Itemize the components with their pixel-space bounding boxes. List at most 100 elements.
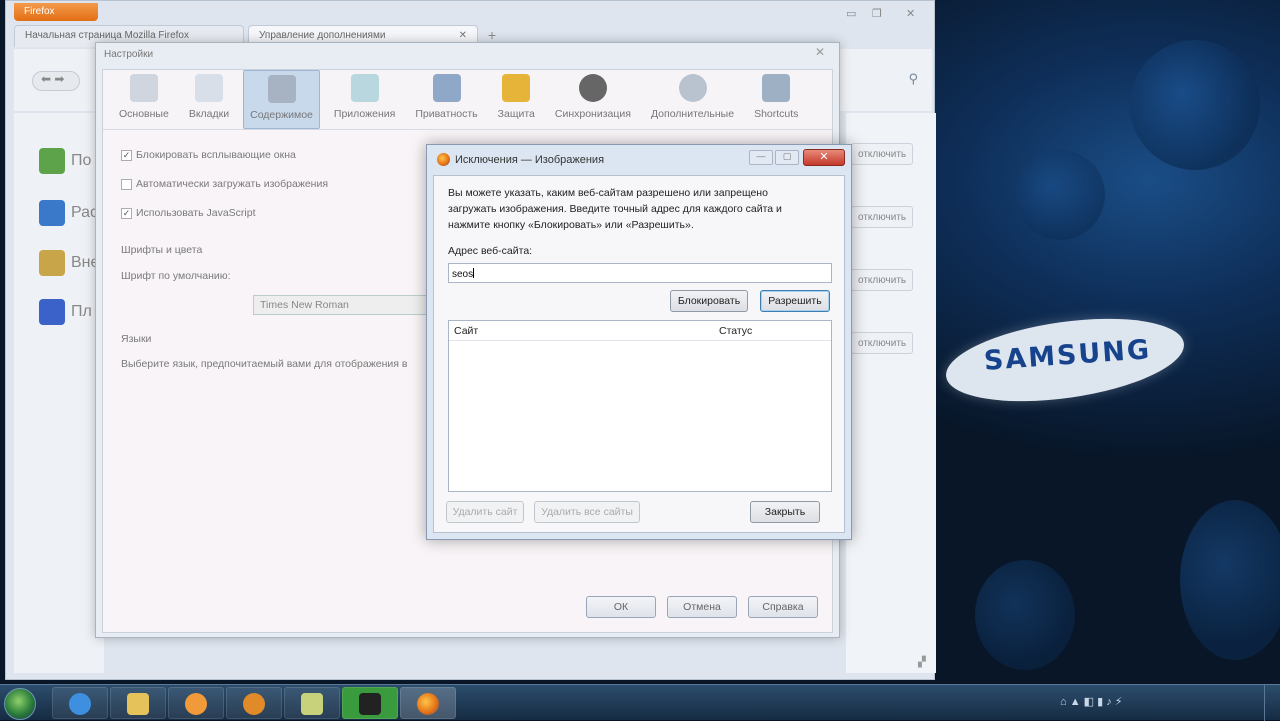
tab-applications[interactable]: Приложения (328, 70, 401, 129)
exceptions-list[interactable]: Сайт Статус (448, 320, 832, 492)
tab-tabs[interactable]: Вкладки (183, 70, 235, 129)
languages-description: Выберите язык, предпочитаемый вами для о… (121, 358, 408, 370)
media-player-icon (185, 693, 207, 715)
close-icon[interactable]: ✕ (815, 45, 825, 59)
dialog-titlebar[interactable]: Исключения — Изображения — ▢ ✕ (427, 145, 851, 175)
sidebar-item-label: Пл (71, 303, 92, 320)
sidebar-item-extensions[interactable]: Рас (39, 200, 98, 226)
bubble-decoration (1015, 150, 1105, 240)
tab-label: Дополнительные (650, 108, 735, 120)
tab-label: Приложения (333, 108, 396, 120)
dialog-body: Вы можете указать, каким веб-сайтам разр… (433, 175, 845, 533)
taskbar-item[interactable] (110, 687, 166, 719)
column-status[interactable]: Статус (719, 325, 752, 337)
taskbar-item[interactable] (52, 687, 108, 719)
tab-label: Содержимое (250, 109, 313, 121)
tab-shortcuts[interactable]: Shortcuts (748, 70, 804, 129)
tab-content[interactable]: Содержимое (243, 70, 320, 129)
applications-icon (350, 74, 379, 102)
default-font-label: Шрифт по умолчанию: (121, 270, 231, 282)
system-tray-icons[interactable]: ⌂ ▲ ◧ ▮ ♪ ⚡ (1060, 695, 1122, 708)
back-arrow-icon[interactable]: ⬅ ➡ (32, 71, 80, 91)
tab-label: Защита (497, 108, 535, 120)
tab-close-icon[interactable]: ✕ (459, 30, 467, 41)
maximize-icon[interactable]: ▢ (775, 150, 799, 165)
internet-explorer-icon (69, 693, 91, 715)
block-popups-option[interactable]: ✓ Блокировать всплывающие окна (121, 149, 296, 161)
option-label: Использовать JavaScript (136, 207, 256, 219)
taskbar-item[interactable] (226, 687, 282, 719)
shortcuts-icon (762, 74, 791, 102)
content-icon (267, 75, 296, 103)
block-button[interactable]: Блокировать (670, 290, 748, 312)
tab-label: Синхронизация (554, 108, 631, 120)
address-input[interactable]: seos (448, 263, 832, 283)
help-button[interactable]: Справка (748, 596, 818, 618)
column-site[interactable]: Сайт (454, 325, 478, 337)
tab-label: Вкладки (188, 108, 230, 120)
tabs-icon (194, 74, 223, 102)
taskbar-item[interactable] (168, 687, 224, 719)
tab-label: Начальная страница Mozilla Firefox (25, 30, 189, 41)
advanced-icon (678, 74, 707, 102)
fonts-heading: Шрифты и цвета (121, 244, 203, 256)
sidebar-item-label: Рас (71, 204, 99, 221)
taskbar-item[interactable] (284, 687, 340, 719)
minimize-icon[interactable]: ▭ (846, 7, 856, 20)
plugins-icon (39, 299, 65, 325)
sidebar-item-appearance[interactable]: Вне (39, 250, 99, 276)
cancel-button[interactable]: Отмена (667, 596, 737, 618)
addons-list-area (846, 113, 936, 673)
checkbox-checked-icon[interactable]: ✓ (121, 149, 132, 161)
security-icon (502, 74, 531, 102)
enable-javascript-option[interactable]: ✓ Использовать JavaScript (121, 207, 256, 219)
headphones-app-icon (243, 693, 265, 715)
taskbar: ⌂ ▲ ◧ ▮ ♪ ⚡ (0, 684, 1280, 721)
maximize-icon[interactable]: ❐ (872, 7, 882, 20)
tab-general[interactable]: Основные (113, 70, 175, 129)
firefox-menu-button[interactable]: Firefox (14, 3, 98, 21)
close-icon[interactable]: ✕ (906, 7, 915, 20)
sidebar-item-plugins[interactable]: Пл (39, 299, 92, 325)
bubble-decoration (1180, 500, 1280, 660)
show-desktop-button[interactable] (1264, 685, 1280, 721)
tab-label: Shortcuts (754, 108, 799, 120)
disable-addon-button[interactable]: отключить (851, 269, 913, 291)
tab-sync[interactable]: Синхронизация (549, 70, 637, 129)
firefox-icon (417, 693, 439, 715)
tab-privacy[interactable]: Приватность (409, 70, 483, 129)
search-icon[interactable]: ⚲ (908, 71, 918, 87)
get-addons-icon (39, 148, 65, 174)
tab-advanced[interactable]: Дополнительные (645, 70, 740, 129)
resize-grip-icon[interactable]: ▞ (918, 657, 932, 671)
option-label: Автоматически загружать изображения (136, 178, 329, 190)
option-label: Блокировать всплывающие окна (136, 149, 296, 161)
remove-all-sites-button[interactable]: Удалить все сайты (534, 501, 640, 523)
close-button[interactable]: Закрыть (750, 501, 820, 523)
remove-site-button[interactable]: Удалить сайт (446, 501, 524, 523)
start-button-icon[interactable] (4, 688, 36, 720)
minimize-icon[interactable]: — (749, 150, 773, 165)
checkbox-unchecked-icon[interactable] (121, 178, 132, 190)
allow-button[interactable]: Разрешить (760, 290, 830, 312)
notepad-icon (301, 693, 323, 715)
disable-addon-button[interactable]: отключить (851, 206, 913, 228)
extensions-icon (39, 200, 65, 226)
disable-addon-button[interactable]: отключить (851, 332, 913, 354)
dialog-description: Вы можете указать, каким веб-сайтам разр… (448, 187, 782, 231)
load-images-option[interactable]: Автоматически загружать изображения (121, 178, 328, 190)
ok-button[interactable]: ОК (586, 596, 656, 618)
taskbar-item-active[interactable] (400, 687, 456, 719)
taskbar-item[interactable] (342, 687, 398, 719)
sidebar-item-get-addons[interactable]: По (39, 148, 91, 174)
addons-sidebar: По Рас Вне Пл (14, 113, 104, 673)
window-title: Настройки (104, 49, 154, 60)
explorer-folder-icon (127, 693, 149, 715)
tab-security[interactable]: Защита (492, 70, 541, 129)
disable-addon-button[interactable]: отключить (851, 143, 913, 165)
checkbox-checked-icon[interactable]: ✓ (121, 207, 132, 219)
address-label: Адрес веб-сайта: (448, 245, 533, 257)
close-icon[interactable]: ✕ (803, 149, 845, 166)
tab-label: Основные (119, 108, 169, 120)
default-font-select[interactable]: Times New Roman (253, 295, 433, 315)
